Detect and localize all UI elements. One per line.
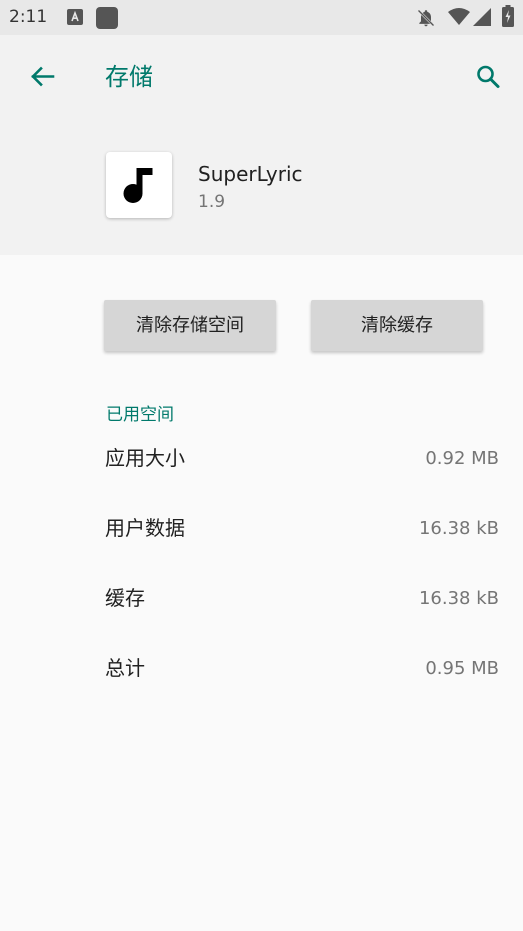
arrow-back-icon (31, 66, 55, 87)
app-name: SuperLyric (198, 162, 303, 186)
cache-label: 缓存 (105, 586, 145, 610)
notifications-off-icon (417, 9, 435, 27)
used-space-header: 已用空间 (106, 405, 174, 425)
app-size-value: 0.92 MB (425, 448, 499, 469)
search-icon (477, 65, 500, 88)
total-value: 0.95 MB (425, 658, 499, 679)
search-button[interactable] (468, 57, 508, 97)
a-notification-icon (67, 9, 83, 25)
status-bar: 2:11 (0, 0, 523, 35)
app-notification-icon (96, 7, 118, 29)
app-icon (106, 152, 172, 218)
music-note-icon (123, 168, 153, 203)
clear-storage-button[interactable]: 清除存储空间 (104, 300, 276, 351)
wifi-icon (448, 8, 470, 25)
total-label: 总计 (105, 656, 145, 680)
signal-icon (473, 8, 491, 26)
user-data-label: 用户数据 (105, 516, 185, 540)
app-header: 存储 SuperLyric 1.9 (0, 35, 523, 255)
user-data-value: 16.38 kB (418, 518, 499, 539)
back-button[interactable] (22, 57, 62, 97)
app-version: 1.9 (198, 192, 226, 212)
battery-icon (502, 5, 514, 27)
app-size-label: 应用大小 (105, 446, 185, 470)
page-title: 存储 (105, 63, 153, 91)
status-time: 2:11 (9, 7, 48, 27)
cache-value: 16.38 kB (418, 588, 499, 609)
clear-cache-button[interactable]: 清除缓存 (311, 300, 483, 351)
